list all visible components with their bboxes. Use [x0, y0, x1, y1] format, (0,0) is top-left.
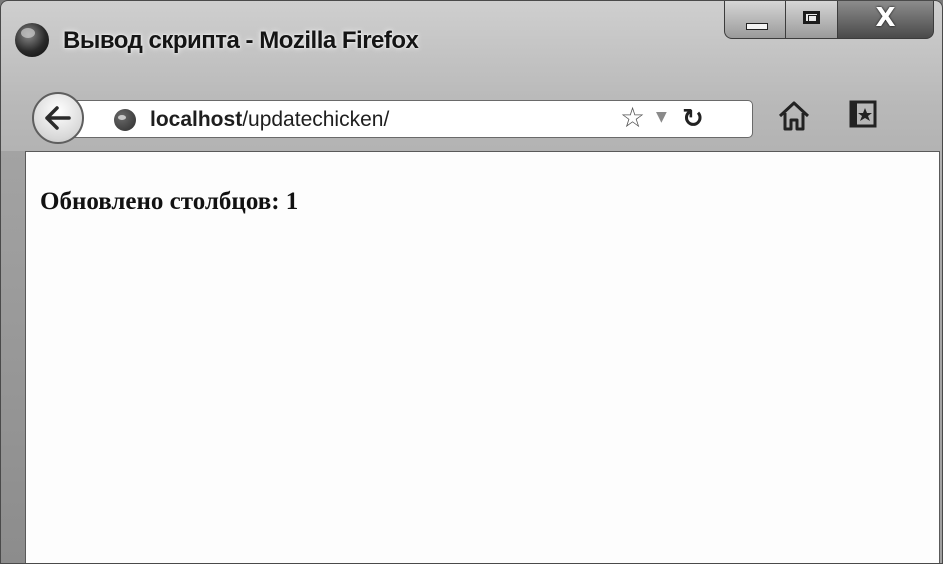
url-text[interactable]: localhost/updatechicken/: [150, 108, 389, 132]
minimize-icon: [746, 23, 768, 30]
back-button[interactable]: [32, 92, 84, 144]
window-title: Вывод скрипта - Mozilla Firefox: [63, 27, 419, 54]
firefox-icon: [15, 23, 49, 57]
update-message: Обновлено столбцов: 1: [40, 188, 299, 215]
close-icon: X: [875, 3, 896, 33]
bookmarks-menu-button[interactable]: ▽: [849, 99, 879, 133]
url-path: /updatechicken/: [242, 108, 390, 131]
page-content: Обновлено столбцов: 1: [25, 151, 940, 563]
reload-icon[interactable]: ↻: [682, 104, 704, 134]
window-frame: [1, 151, 25, 563]
maximize-button[interactable]: [786, 1, 838, 39]
bookmark-star-icon[interactable]: ☆: [620, 103, 645, 133]
address-bar[interactable]: localhost/updatechicken/ ☆ ▼ ↻: [67, 100, 753, 138]
back-arrow-icon: [45, 106, 71, 130]
maximize-icon: [803, 11, 820, 24]
close-button[interactable]: X: [838, 1, 934, 39]
title-bar[interactable]: Вывод скрипта - Mozilla Firefox X: [1, 1, 942, 81]
dropdown-icon[interactable]: ▼: [656, 109, 667, 125]
home-icon: [778, 101, 810, 131]
minimize-button[interactable]: [724, 1, 786, 39]
bookmarks-menu-icon: [849, 100, 877, 128]
home-button[interactable]: [777, 99, 811, 137]
browser-window: Вывод скрипта - Mozilla Firefox X localh…: [0, 0, 943, 564]
navigation-bar: localhost/updatechicken/ ☆ ▼ ↻ ▽: [1, 81, 942, 151]
window-controls: X: [724, 1, 934, 41]
globe-icon: [114, 109, 136, 131]
url-host: localhost: [150, 108, 243, 131]
